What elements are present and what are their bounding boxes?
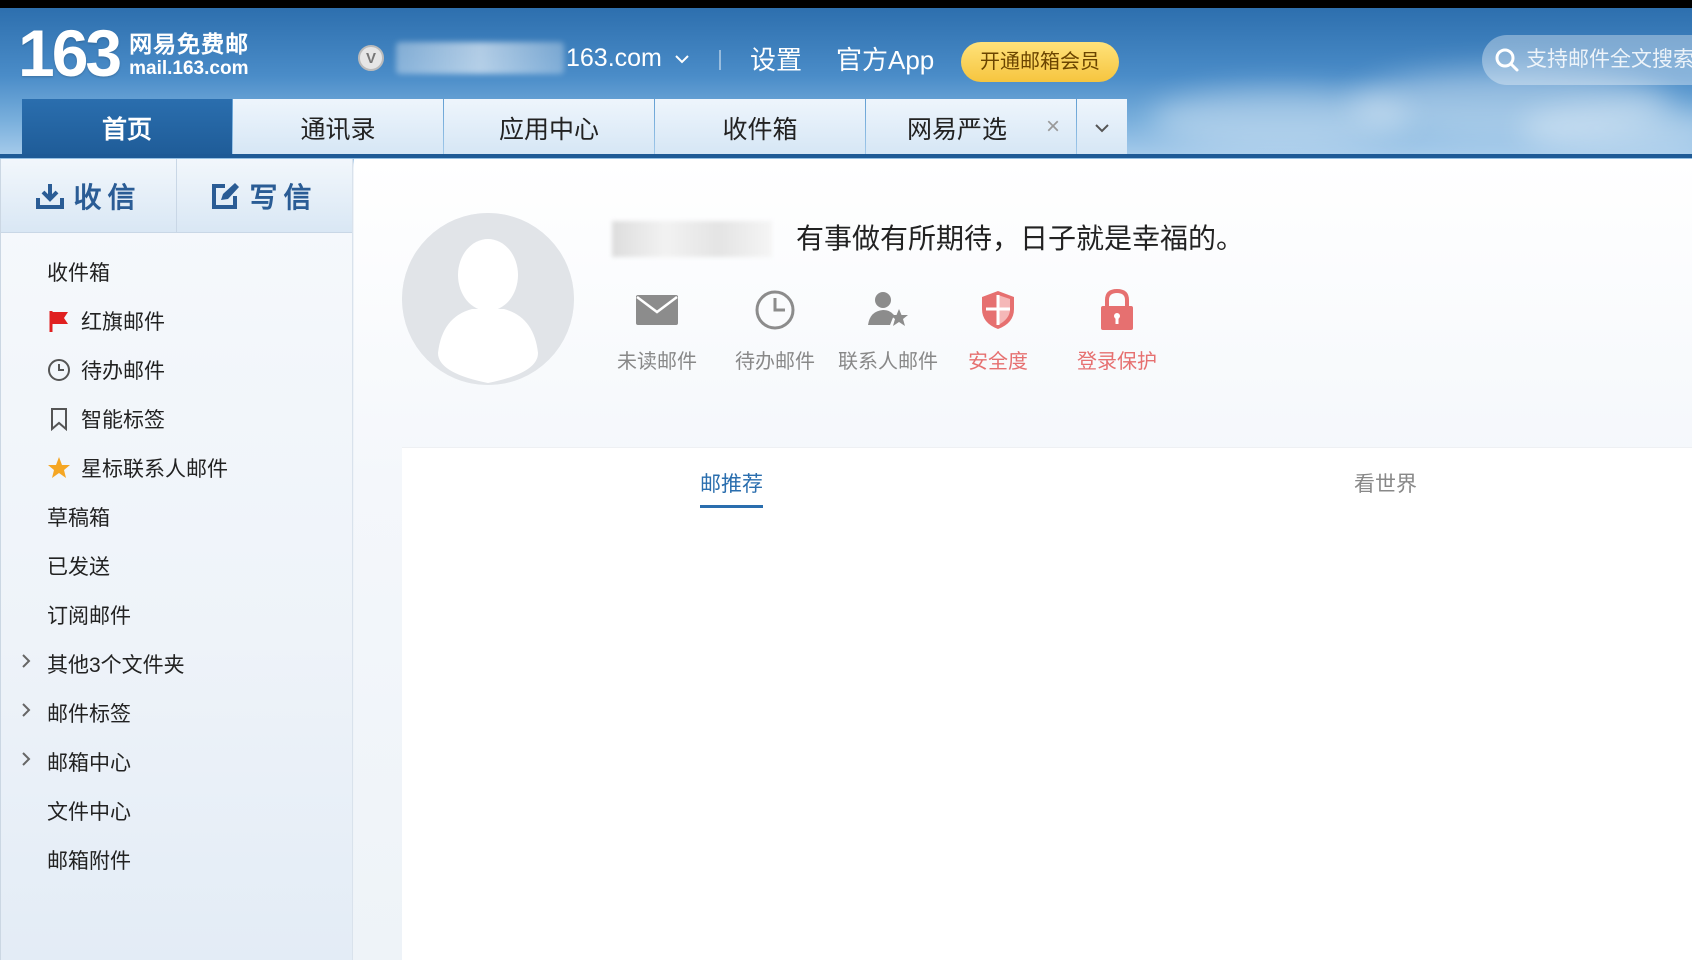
open-vip-button[interactable]: 开通邮箱会员: [961, 42, 1119, 82]
search-icon: [1495, 48, 1519, 72]
folder-file-center[interactable]: 文件中心: [1, 786, 352, 835]
logo-domain: mail.163.com: [129, 58, 249, 79]
folder-todo[interactable]: 待办邮件: [1, 345, 352, 394]
username-blurred: [612, 221, 772, 257]
folder-inbox[interactable]: 收件箱: [1, 247, 352, 296]
avatar[interactable]: [402, 213, 574, 385]
quick-link-label: 登录保护: [1077, 351, 1157, 373]
folder-red-flag[interactable]: 红旗邮件: [1, 296, 352, 345]
folder-label: 智能标签: [81, 408, 165, 432]
contact-star-icon: [866, 285, 910, 335]
tab-contacts[interactable]: 通讯录: [233, 99, 443, 156]
chevron-right-icon: [21, 702, 31, 723]
search-box[interactable]: [1482, 35, 1692, 85]
mail-actions: 收信 写信: [1, 159, 352, 233]
close-icon[interactable]: ×: [1046, 113, 1060, 141]
bookmark-icon: [47, 407, 71, 431]
shield-icon: [979, 285, 1017, 335]
tab-label: 收件箱: [722, 115, 798, 144]
folder-label: 待办邮件: [81, 359, 165, 383]
account-switcher[interactable]: V 163.com: [358, 38, 690, 78]
quick-link-label: 未读邮件: [617, 351, 697, 373]
account-name-blurred: [396, 42, 564, 74]
chevron-right-icon: [21, 653, 31, 674]
header-underline: [0, 154, 1692, 158]
folder-label: 草稿箱: [47, 506, 110, 530]
tab-home[interactable]: 首页: [22, 99, 232, 156]
home-content: 有事做有所期待，日子就是幸福的。 未读邮件 待办邮件 联系人邮件 安全度 登录保…: [354, 159, 1692, 960]
compose-icon: [212, 182, 240, 209]
todo-mail-link[interactable]: 待办邮件: [730, 285, 820, 374]
folder-label: 星标联系人邮件: [81, 457, 228, 481]
chevron-down-icon: [674, 48, 690, 69]
logo[interactable]: 163 网易免费邮 mail.163.com: [18, 20, 249, 86]
lock-icon: [1097, 285, 1137, 335]
envelope-icon: [635, 285, 679, 335]
mail-app: 163 网易免费邮 mail.163.com V 163.com 设置 官方Ap…: [0, 8, 1692, 960]
default-avatar-icon: [402, 213, 574, 385]
folder-label: 文件中心: [47, 800, 131, 824]
folder-smart-tags[interactable]: 智能标签: [1, 394, 352, 443]
logo-number: 163: [18, 16, 122, 90]
tab-label: 首页: [101, 115, 152, 144]
compose-label: 写信: [249, 181, 318, 213]
recommendation-panel: 邮推荐 看世界: [402, 447, 1692, 960]
star-icon: [47, 456, 71, 480]
security-level-link[interactable]: 安全度: [963, 285, 1033, 374]
chevron-right-icon: [21, 751, 31, 772]
receive-button[interactable]: 收信: [1, 159, 176, 232]
folder-attachments[interactable]: 邮箱附件: [1, 835, 352, 884]
quick-link-label: 待办邮件: [735, 351, 815, 373]
folder-label: 其他3个文件夹: [47, 653, 185, 677]
folder-drafts[interactable]: 草稿箱: [1, 492, 352, 541]
official-app-link[interactable]: 官方App: [836, 42, 934, 78]
download-icon: [36, 183, 65, 209]
clock-icon: [754, 285, 796, 335]
tab-label: 通讯录: [300, 115, 376, 144]
quick-link-label: 联系人邮件: [838, 351, 938, 373]
folder-sent[interactable]: 已发送: [1, 541, 352, 590]
chevron-down-icon: [1095, 123, 1109, 132]
tab-label: 应用中心: [498, 115, 599, 144]
clock-icon: [47, 358, 71, 382]
tabs-more-button[interactable]: [1077, 99, 1127, 156]
folder-label: 邮箱附件: [47, 849, 131, 873]
settings-link[interactable]: 设置: [750, 42, 802, 78]
sidebar: 收信 写信 收件箱 红旗邮件 待办邮件 智能标签 星标联系人邮件 草稿箱 已发送…: [0, 159, 353, 960]
compose-button[interactable]: 写信: [176, 159, 352, 232]
tab-label: 网易严选: [906, 115, 1007, 144]
contact-mail-link[interactable]: 联系人邮件: [836, 285, 940, 374]
red-flag-icon: [47, 309, 71, 333]
folder-mailbox-center[interactable]: 邮箱中心: [1, 737, 352, 786]
logo-title: 网易免费邮: [129, 31, 250, 57]
folder-label: 邮箱中心: [47, 751, 131, 775]
folder-label: 收件箱: [47, 261, 110, 285]
folder-label: 订阅邮件: [47, 604, 131, 628]
top-header: 163 网易免费邮 mail.163.com V 163.com 设置 官方Ap…: [0, 8, 1692, 158]
folder-label: 邮件标签: [47, 702, 131, 726]
header-divider: [719, 50, 721, 70]
quick-link-label: 安全度: [968, 351, 1028, 373]
vip-level-icon: V: [358, 45, 384, 71]
login-protection-link[interactable]: 登录保护: [1072, 285, 1162, 374]
tab-inbox[interactable]: 收件箱: [655, 99, 865, 156]
daily-motto: 有事做有所期待，日子就是幸福的。: [796, 223, 1245, 254]
folder-label: 已发送: [47, 555, 110, 579]
folder-starred-contacts[interactable]: 星标联系人邮件: [1, 443, 352, 492]
folder-subscriptions[interactable]: 订阅邮件: [1, 590, 352, 639]
folder-other-folders[interactable]: 其他3个文件夹: [1, 639, 352, 688]
tab-see-world[interactable]: 看世界: [1354, 468, 1417, 498]
tab-yanxuan[interactable]: 网易严选 ×: [866, 99, 1076, 156]
folder-label: 红旗邮件: [81, 310, 165, 334]
folder-mail-tags[interactable]: 邮件标签: [1, 688, 352, 737]
account-domain: 163.com: [566, 43, 662, 72]
tab-mail-recommend[interactable]: 邮推荐: [700, 468, 763, 508]
folder-list: 收件箱 红旗邮件 待办邮件 智能标签 星标联系人邮件 草稿箱 已发送 订阅邮件 …: [1, 233, 352, 884]
receive-label: 收信: [73, 181, 142, 213]
tab-app-center[interactable]: 应用中心: [444, 99, 654, 156]
main-tabs: 首页 通讯录 应用中心 收件箱 网易严选 ×: [22, 99, 1127, 158]
unread-mail-link[interactable]: 未读邮件: [612, 285, 702, 374]
search-input[interactable]: [1526, 48, 1692, 72]
